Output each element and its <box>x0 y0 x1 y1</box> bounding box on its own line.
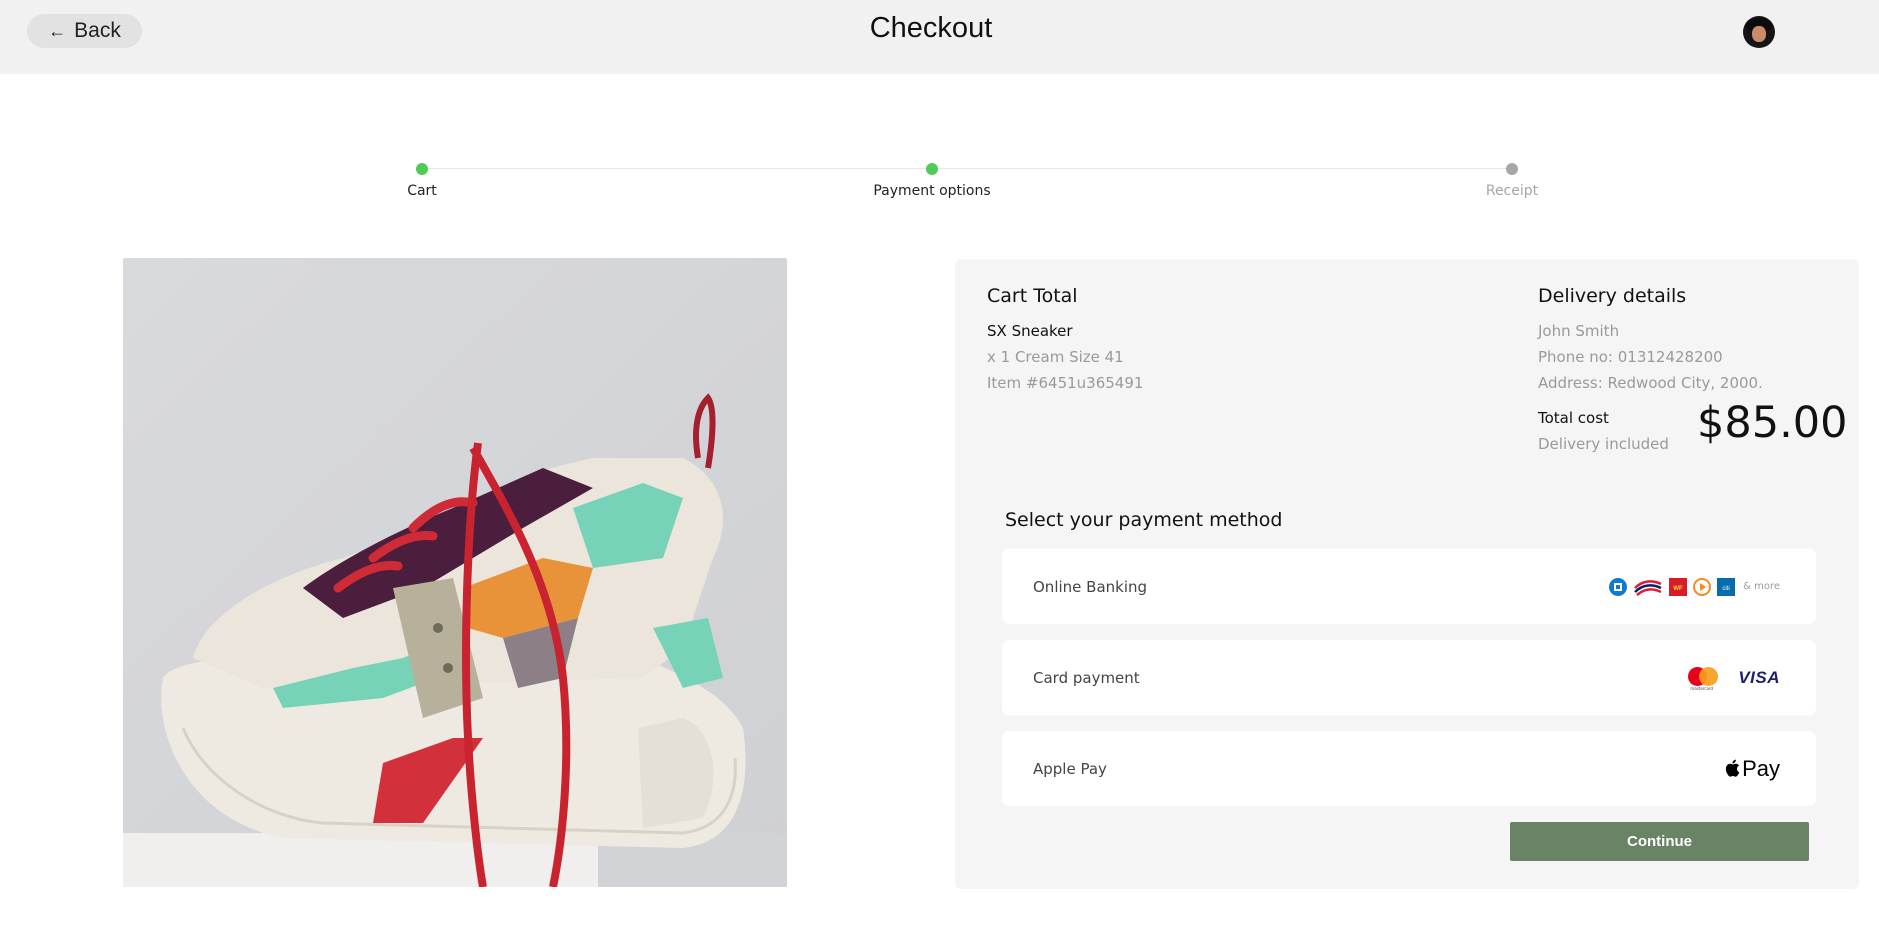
bank-of-america-icon <box>1634 579 1662 596</box>
user-avatar[interactable] <box>1743 16 1775 48</box>
delivery-address: Address: Redwood City, 2000. <box>1538 374 1763 392</box>
step-receipt-dot <box>1506 163 1518 175</box>
delivery-name: John Smith <box>1538 322 1620 340</box>
total-amount: $85.00 <box>1697 398 1848 448</box>
svg-text:citi: citi <box>1722 586 1729 592</box>
step-receipt-label: Receipt <box>1485 183 1539 199</box>
citi-icon: citi <box>1717 577 1736 596</box>
card-logos: mastercard VISA <box>1686 640 1780 715</box>
mastercard-icon: mastercard <box>1686 666 1720 691</box>
payment-option-label: Apple Pay <box>1033 760 1107 778</box>
apple-pay-text: Pay <box>1742 755 1780 781</box>
payment-option-apple-pay[interactable]: Apple Pay Pay <box>1002 731 1816 806</box>
delivery-phone: Phone no: 01312428200 <box>1538 348 1723 366</box>
step-receipt: Receipt <box>1412 163 1612 199</box>
step-payment-options: Payment options <box>832 163 1032 199</box>
product-image <box>123 258 787 887</box>
checkout-summary-panel: Cart Total SX Sneaker x 1 Cream Size 41 … <box>955 259 1859 889</box>
orange-bank-icon <box>1693 577 1712 596</box>
more-banks-text: & more <box>1743 581 1780 592</box>
step-cart-label: Cart <box>407 183 437 199</box>
total-cost-label: Total cost <box>1538 409 1609 427</box>
step-payment-dot <box>926 163 938 175</box>
bank-logos: WF citi & more <box>1609 549 1780 624</box>
apple-icon <box>1725 759 1740 777</box>
delivery-included-note: Delivery included <box>1538 435 1669 453</box>
payment-option-label: Card payment <box>1033 669 1140 687</box>
step-cart-dot <box>416 163 428 175</box>
sneaker-photo <box>123 258 787 887</box>
top-bar: ← Back Checkout <box>0 0 1879 74</box>
page-title: Checkout <box>869 12 993 44</box>
product-item-number: Item #6451u365491 <box>987 374 1144 392</box>
payment-option-label: Online Banking <box>1033 578 1148 596</box>
avatar-face <box>1752 26 1766 42</box>
chase-icon <box>1609 577 1628 596</box>
product-variant: x 1 Cream Size 41 <box>987 348 1124 366</box>
step-cart: Cart <box>322 163 522 199</box>
product-name: SX Sneaker <box>987 322 1073 340</box>
svg-text:WF: WF <box>1673 586 1683 592</box>
cart-total-heading: Cart Total <box>987 285 1078 307</box>
payment-method-heading: Select your payment method <box>1005 509 1283 531</box>
payment-option-card[interactable]: Card payment mastercard VISA <box>1002 640 1816 715</box>
delivery-details-heading: Delivery details <box>1538 285 1687 307</box>
step-payment-label: Payment options <box>873 183 991 199</box>
continue-button[interactable]: Continue <box>1510 822 1809 861</box>
payment-option-online-banking[interactable]: Online Banking WF citi & more <box>1002 549 1816 624</box>
apple-pay-icon: Pay <box>1724 731 1780 806</box>
visa-icon: VISA <box>1738 667 1780 687</box>
wells-fargo-icon: WF <box>1669 577 1688 596</box>
